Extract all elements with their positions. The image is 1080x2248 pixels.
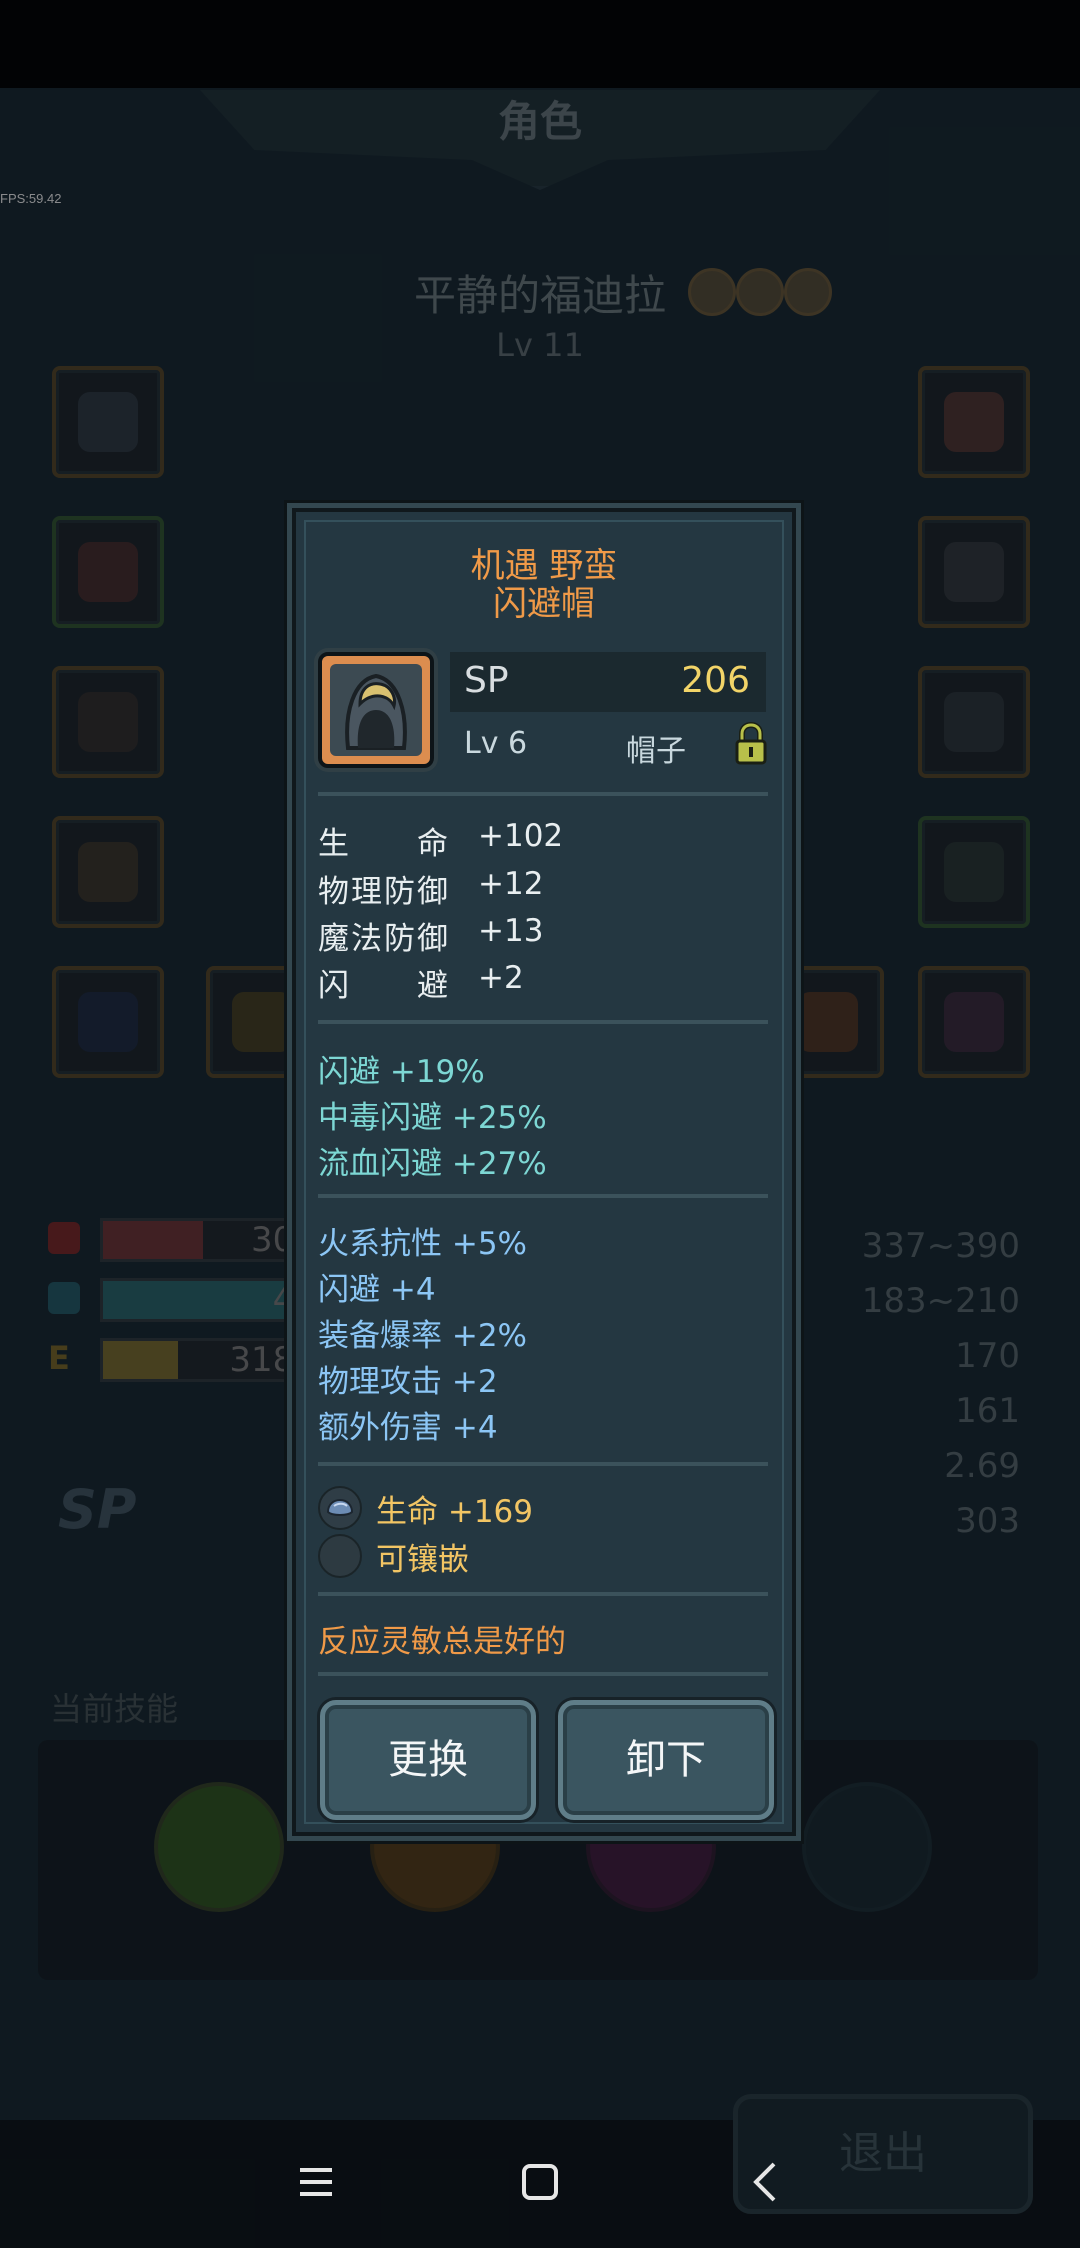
system-navigation-bar bbox=[0, 2120, 1080, 2248]
affix-line: 额外伤害 +4 bbox=[318, 1410, 498, 1446]
affix-line: 装备爆率 +2% bbox=[318, 1318, 528, 1354]
stat-name: 物理防御 bbox=[318, 874, 448, 910]
stat-value: +102 bbox=[478, 818, 564, 854]
stat-name: 魔法防御 bbox=[318, 921, 448, 957]
menu-icon[interactable] bbox=[276, 2142, 356, 2222]
item-flavor-text: 反应灵敏总是好的 bbox=[318, 1624, 566, 1660]
affix-line: 闪避 +4 bbox=[318, 1272, 436, 1308]
back-icon[interactable] bbox=[726, 2142, 806, 2222]
divider bbox=[318, 1592, 768, 1596]
item-name: 闪避帽 bbox=[493, 584, 595, 624]
gem-icon bbox=[326, 1498, 354, 1516]
affix-line: 火系抗性 +5% bbox=[318, 1226, 528, 1262]
divider bbox=[318, 792, 768, 796]
lock-icon[interactable] bbox=[734, 721, 768, 766]
divider bbox=[318, 1672, 768, 1676]
game-screen: 角色 FPS:59.42 平静的福迪拉 Lv 11 E 3187/1 337~3… bbox=[0, 0, 1080, 2248]
item-sp-value: 206 bbox=[681, 660, 750, 701]
item-portrait bbox=[318, 652, 434, 768]
replace-button[interactable]: 更换 bbox=[320, 1700, 536, 1820]
gem-socket-text: 可镶嵌 bbox=[376, 1542, 469, 1578]
hood-icon bbox=[330, 664, 422, 756]
set-bonus: 闪避 +19% bbox=[318, 1054, 485, 1090]
affix-line: 物理攻击 +2 bbox=[318, 1364, 498, 1400]
set-bonus: 流血闪避 +27% bbox=[318, 1146, 547, 1182]
item-sp-box: SP 206 bbox=[450, 652, 766, 712]
item-level: Lv 6 bbox=[464, 726, 528, 761]
stat-value: +12 bbox=[478, 866, 544, 902]
gem-socket-text: 生命 +169 bbox=[376, 1494, 533, 1530]
set-bonus: 中毒闪避 +25% bbox=[318, 1100, 547, 1136]
stat-name: 生命 bbox=[318, 826, 448, 862]
stat-value: +13 bbox=[478, 913, 544, 949]
gem-socket-empty[interactable] bbox=[318, 1534, 362, 1578]
divider bbox=[318, 1462, 768, 1466]
home-icon[interactable] bbox=[500, 2142, 580, 2222]
stat-name: 闪避 bbox=[318, 968, 448, 1004]
stat-value: +2 bbox=[478, 960, 524, 996]
item-detail-popup: 机遇 野蛮 闪避帽 SP 206 Lv 6 帽子 生命 +102 物理防御 +1… bbox=[292, 508, 796, 1836]
gem-socket-filled[interactable] bbox=[318, 1486, 362, 1530]
unequip-button[interactable]: 卸下 bbox=[558, 1700, 774, 1820]
item-sp-label: SP bbox=[464, 660, 509, 701]
divider bbox=[318, 1020, 768, 1024]
item-type: 帽子 bbox=[626, 734, 686, 769]
divider bbox=[318, 1194, 768, 1198]
